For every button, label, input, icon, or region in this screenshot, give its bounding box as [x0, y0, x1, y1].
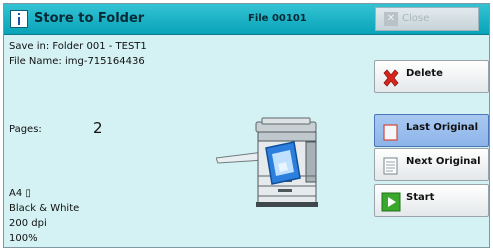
scanner-machine-illustration — [216, 117, 318, 207]
scale-text: 100% — [9, 233, 38, 244]
pages-value: 2 — [93, 119, 103, 137]
document-icon — [383, 157, 398, 175]
close-button-label: Close — [402, 13, 430, 24]
close-icon: ✕ — [384, 12, 398, 26]
close-button[interactable]: ✕ Close — [375, 7, 479, 31]
title-bar: Store to Folder File 00101 ✕ Close — [4, 4, 489, 35]
color-mode-text: Black & White — [9, 203, 80, 214]
save-in-text: Save in: Folder 001 - TEST1 — [9, 41, 147, 52]
delete-button[interactable]: Delete — [374, 60, 489, 93]
last-original-button-label: Last Original — [406, 122, 479, 133]
start-button[interactable]: Start — [374, 184, 489, 217]
next-original-button[interactable]: Next Original — [374, 148, 489, 181]
paper-size-text: A4 ▯ — [9, 188, 31, 199]
file-number-label: File 00101 — [248, 13, 307, 24]
resolution-text: 200 dpi — [9, 218, 47, 229]
delete-button-label: Delete — [406, 68, 443, 79]
store-to-folder-window: Store to Folder File 00101 ✕ Close Save … — [3, 3, 490, 248]
pages-label: Pages: — [9, 124, 42, 135]
start-button-label: Start — [406, 192, 435, 203]
delete-x-icon — [383, 69, 399, 87]
last-original-checkbox-icon — [383, 124, 398, 141]
file-name-text: File Name: img-715164436 — [9, 56, 145, 67]
last-original-button[interactable]: Last Original — [374, 114, 489, 147]
start-play-icon — [381, 192, 401, 212]
info-icon — [10, 10, 28, 28]
page-title: Store to Folder — [34, 11, 145, 26]
next-original-button-label: Next Original — [406, 156, 481, 167]
